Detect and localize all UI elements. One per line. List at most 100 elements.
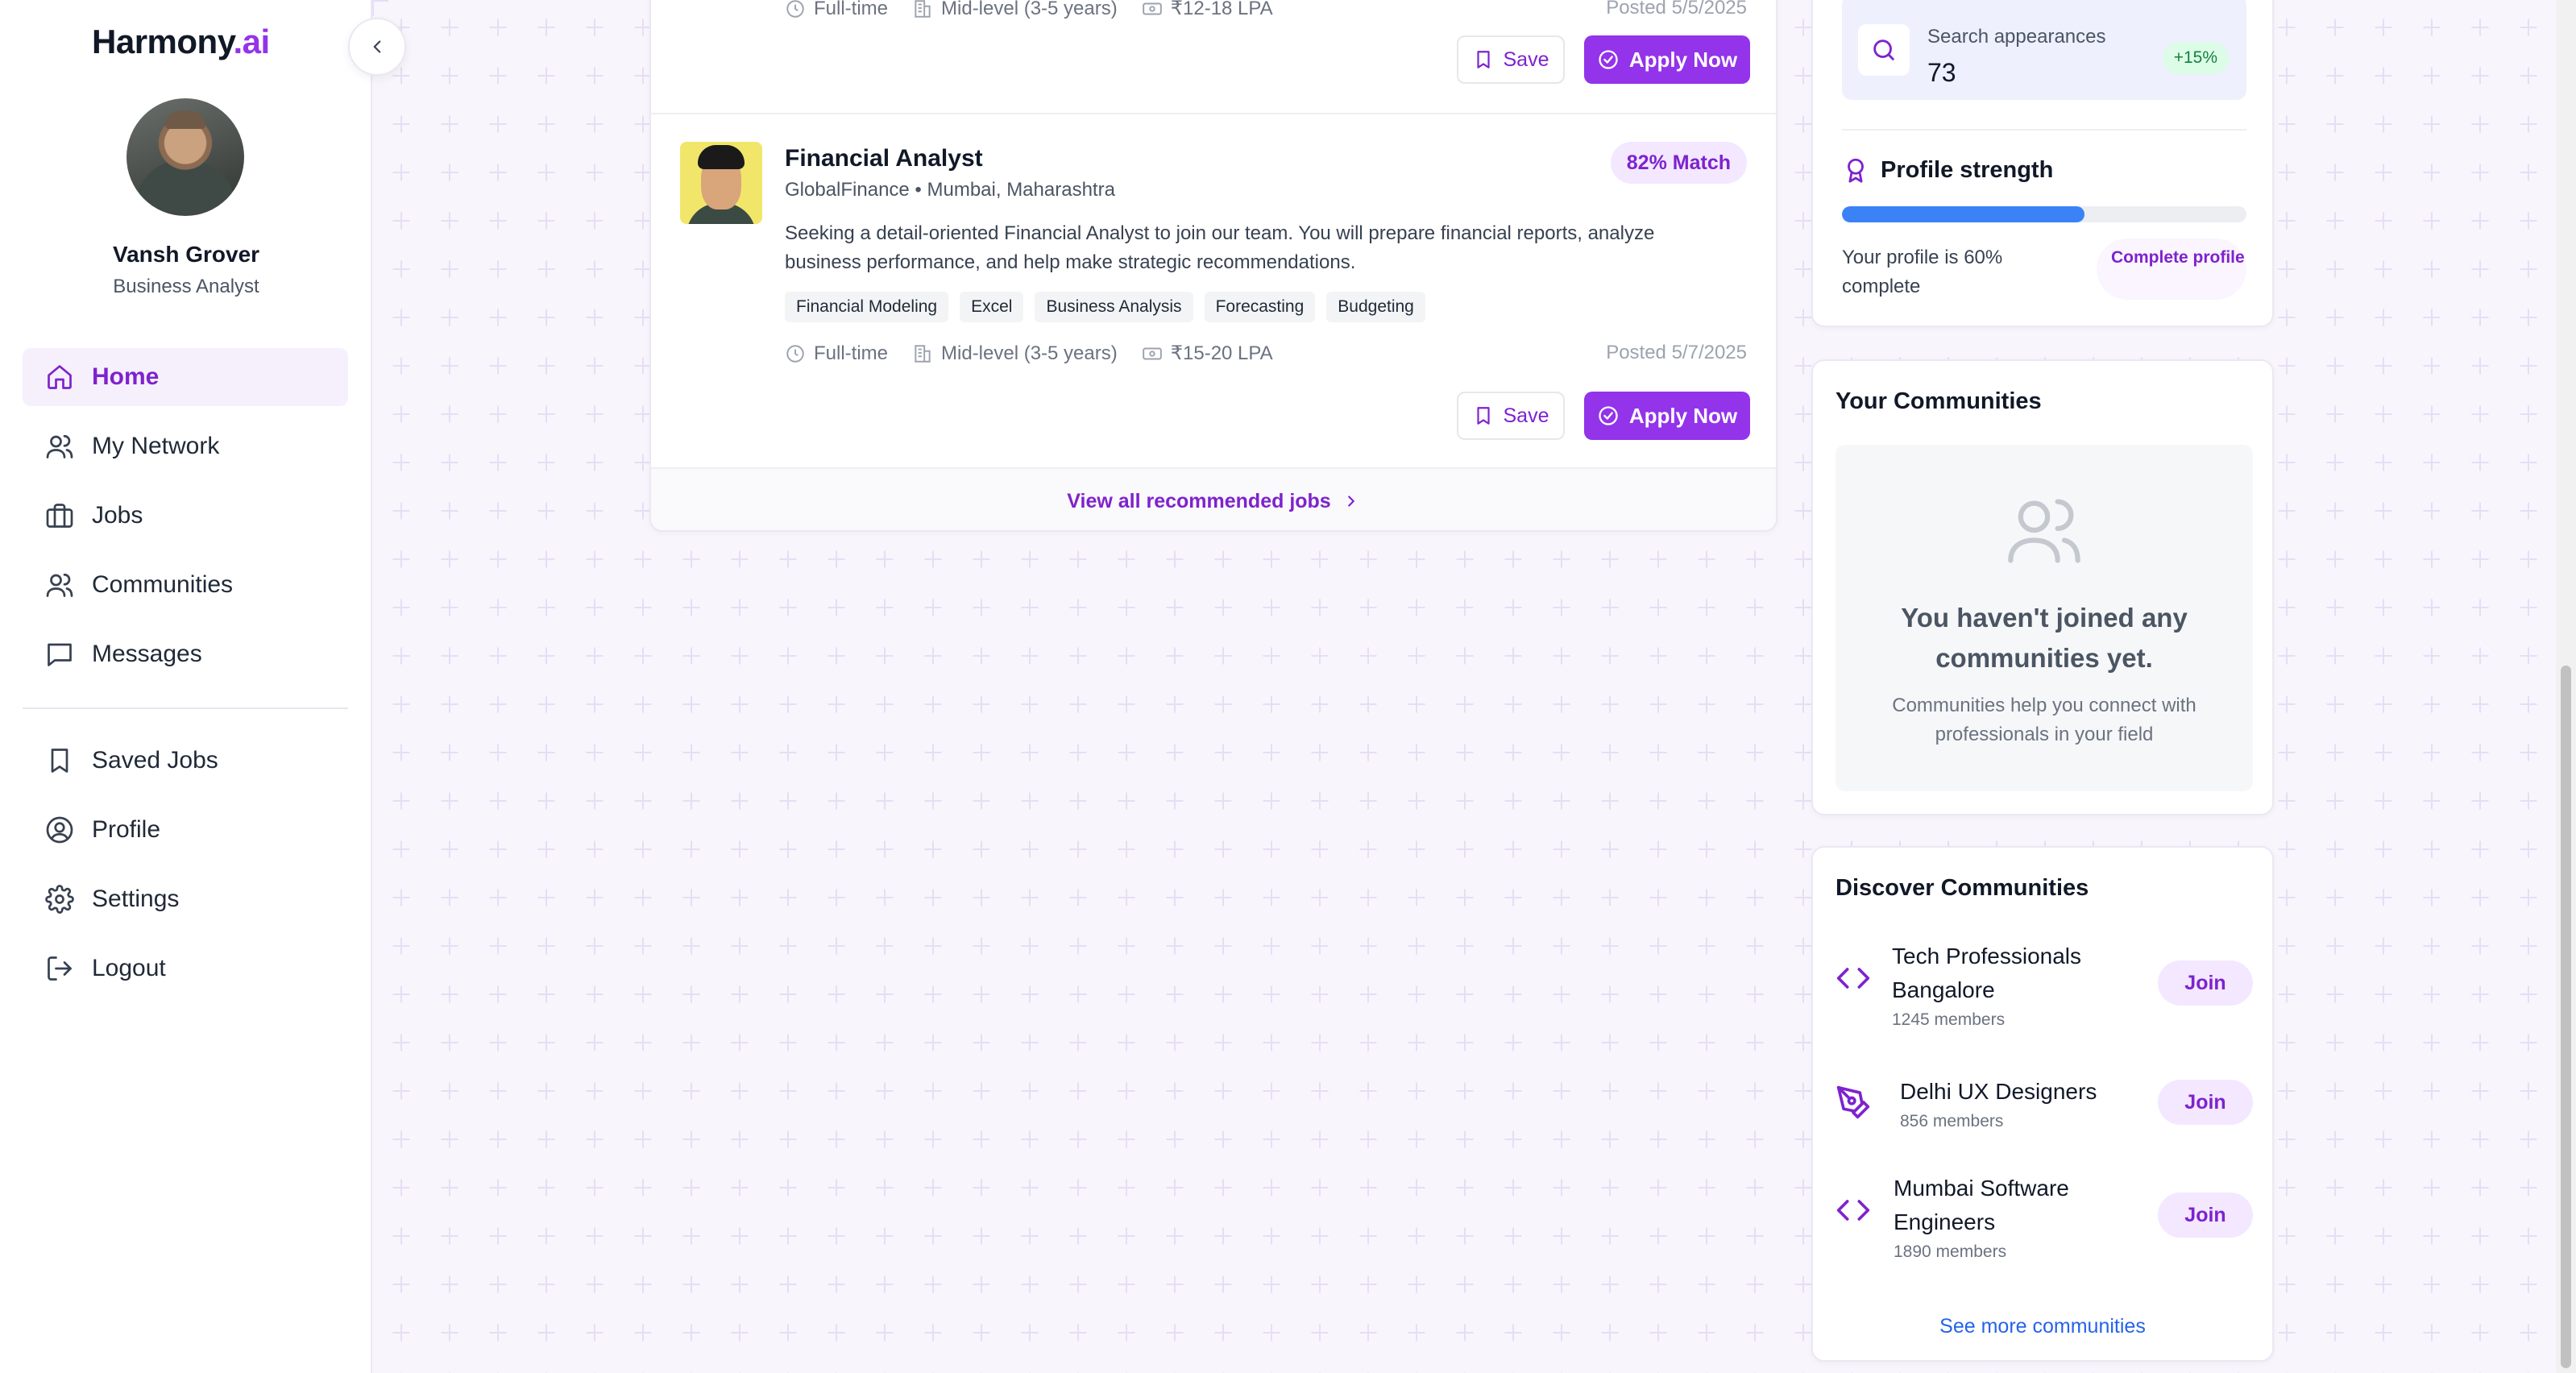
job-title[interactable]: Financial Analyst xyxy=(785,145,983,172)
empty-state: You haven't joined any communities yet. … xyxy=(1836,445,2253,791)
chevron-left-icon xyxy=(373,40,381,53)
chevron-right-icon xyxy=(1347,496,1354,507)
profile-strength-title: Profile strength xyxy=(1842,156,2053,184)
nav-label: Settings xyxy=(92,886,180,912)
briefcase-icon xyxy=(46,504,73,528)
company-logo xyxy=(680,142,762,224)
nav-label: Jobs xyxy=(92,502,143,529)
nav-item-profile[interactable]: Profile xyxy=(23,801,348,859)
gear-icon xyxy=(45,885,74,914)
sidebar: Harmony.ai Vansh Grover Business Analyst… xyxy=(0,0,372,1373)
brand-logo[interactable]: Harmony.ai xyxy=(92,23,270,61)
job-description: Seeking a detail-oriented Financial Anal… xyxy=(785,222,1655,273)
empty-state-subtitle: Communities help you connect with profes… xyxy=(1892,695,2196,745)
skill-tag: Budgeting xyxy=(1326,292,1425,322)
save-button[interactable]: Save xyxy=(1457,35,1565,84)
profile-strength-note: Your profile is 60% complete xyxy=(1842,247,2003,297)
scrollbar-thumb[interactable] xyxy=(2561,666,2571,1368)
clock-icon xyxy=(786,344,804,363)
match-badge: 82% Match xyxy=(1610,142,1747,184)
nav-label: My Network xyxy=(92,433,220,459)
job-type: Full-time xyxy=(785,342,888,365)
user-circle-icon xyxy=(46,816,73,844)
complete-profile-button[interactable]: Complete profile xyxy=(2097,239,2246,300)
community-members: 856 members xyxy=(1900,1112,2004,1130)
check-circle-icon xyxy=(1599,50,1618,69)
apply-now-button[interactable]: Apply Now xyxy=(1584,35,1750,84)
nav-item-communities[interactable]: Communities xyxy=(23,556,348,614)
community-name[interactable]: Tech Professionals Bangalore xyxy=(1892,940,2134,1007)
clock-icon xyxy=(786,0,804,18)
card-title: Your Communities xyxy=(1836,388,2042,414)
primary-nav: Home My Network Jobs Communities Message… xyxy=(23,348,348,695)
bookmark-icon xyxy=(51,749,68,773)
community-members: 1890 members xyxy=(1894,1242,2007,1261)
nav-label: Messages xyxy=(92,641,202,667)
community-item: Mumbai Software Engineers 1890 members J… xyxy=(1836,1172,2253,1261)
nav-label: Communities xyxy=(92,571,234,598)
job-divider xyxy=(651,113,1776,114)
job-salary: ₹15-20 LPA xyxy=(1142,342,1273,365)
sidebar-collapse-button[interactable] xyxy=(348,18,406,76)
job-type: Full-time xyxy=(785,0,888,20)
job-company: GlobalFinance • Mumbai, Maharashtra xyxy=(785,179,1115,201)
code-icon xyxy=(1836,968,1870,989)
posted-date: Posted 5/7/2025 xyxy=(1606,342,1747,363)
see-more-communities-link[interactable]: See more communities xyxy=(1813,1315,2272,1338)
discover-communities-card: Discover Communities Tech Professionals … xyxy=(1811,846,2274,1362)
nav-item-home[interactable]: Home xyxy=(23,348,348,406)
join-button[interactable]: Join xyxy=(2158,1080,2253,1125)
nav-item-messages[interactable]: Messages xyxy=(23,625,348,683)
profile-stats-card: Search appearances 73 +15% Profile stren… xyxy=(1811,0,2274,327)
empty-state-title: You haven't joined any communities yet. xyxy=(1901,603,2188,673)
change-badge: +15% xyxy=(2162,42,2229,74)
home-icon xyxy=(48,365,72,389)
recommended-jobs-card: Full-time Mid-level (3-5 years) ₹12-18 L… xyxy=(649,0,1777,532)
job-meta: Full-time Mid-level (3-5 years) ₹15-20 L… xyxy=(785,342,1297,365)
card-title: Discover Communities xyxy=(1836,875,2089,901)
community-name[interactable]: Mumbai Software Engineers xyxy=(1894,1172,2135,1239)
page-scrollbar[interactable] xyxy=(2556,0,2576,1373)
community-item: Tech Professionals Bangalore 1245 member… xyxy=(1836,940,2253,1029)
community-name[interactable]: Delhi UX Designers xyxy=(1900,1075,2097,1109)
save-button[interactable]: Save xyxy=(1457,392,1565,440)
brand-suffix: .ai xyxy=(233,23,270,60)
search-icon xyxy=(1873,39,1894,60)
banknote-icon xyxy=(1142,2,1162,15)
view-all-jobs-link[interactable]: View all recommended jobs xyxy=(651,467,1776,530)
skill-tag: Excel xyxy=(960,292,1024,322)
nav-item-jobs[interactable]: Jobs xyxy=(23,487,348,545)
users-icon xyxy=(2008,499,2080,563)
banknote-icon xyxy=(1142,347,1162,359)
bookmark-icon xyxy=(1476,51,1490,68)
logout-icon xyxy=(48,956,72,981)
profile-strength-bar xyxy=(1842,206,2246,222)
code-icon xyxy=(1836,1200,1870,1221)
divider xyxy=(1842,129,2246,131)
nav-item-logout[interactable]: Logout xyxy=(23,940,348,998)
nav-item-settings[interactable]: Settings xyxy=(23,870,348,928)
join-button[interactable]: Join xyxy=(2158,960,2253,1006)
avatar[interactable] xyxy=(127,98,244,216)
join-button[interactable]: Join xyxy=(2158,1193,2253,1238)
award-icon xyxy=(1848,158,1864,183)
community-members: 1245 members xyxy=(1892,1010,2006,1029)
check-circle-icon xyxy=(1599,406,1618,425)
nav-item-my-network[interactable]: My Network xyxy=(23,417,348,475)
job-meta-previous: Full-time Mid-level (3-5 years) ₹12-18 L… xyxy=(785,0,1297,20)
apply-now-button[interactable]: Apply Now xyxy=(1584,392,1750,440)
user-name: Vansh Grover xyxy=(112,242,260,267)
building-icon xyxy=(915,0,931,18)
job-salary: ₹12-18 LPA xyxy=(1142,0,1273,20)
job-level: Mid-level (3-5 years) xyxy=(912,342,1118,365)
nav-label: Profile xyxy=(92,816,161,843)
skill-tag: Financial Modeling xyxy=(785,292,949,322)
nav-label: Logout xyxy=(92,955,166,981)
nav-item-saved-jobs[interactable]: Saved Jobs xyxy=(23,732,348,790)
nav-label: Saved Jobs xyxy=(92,747,218,774)
skill-tag: Business Analysis xyxy=(1035,292,1193,322)
profile-strength-fill xyxy=(1842,206,2085,222)
search-appearances-value: 73 xyxy=(1927,58,1956,87)
bookmark-icon xyxy=(1476,407,1490,425)
secondary-nav: Saved Jobs Profile Settings Logout xyxy=(23,732,348,1009)
